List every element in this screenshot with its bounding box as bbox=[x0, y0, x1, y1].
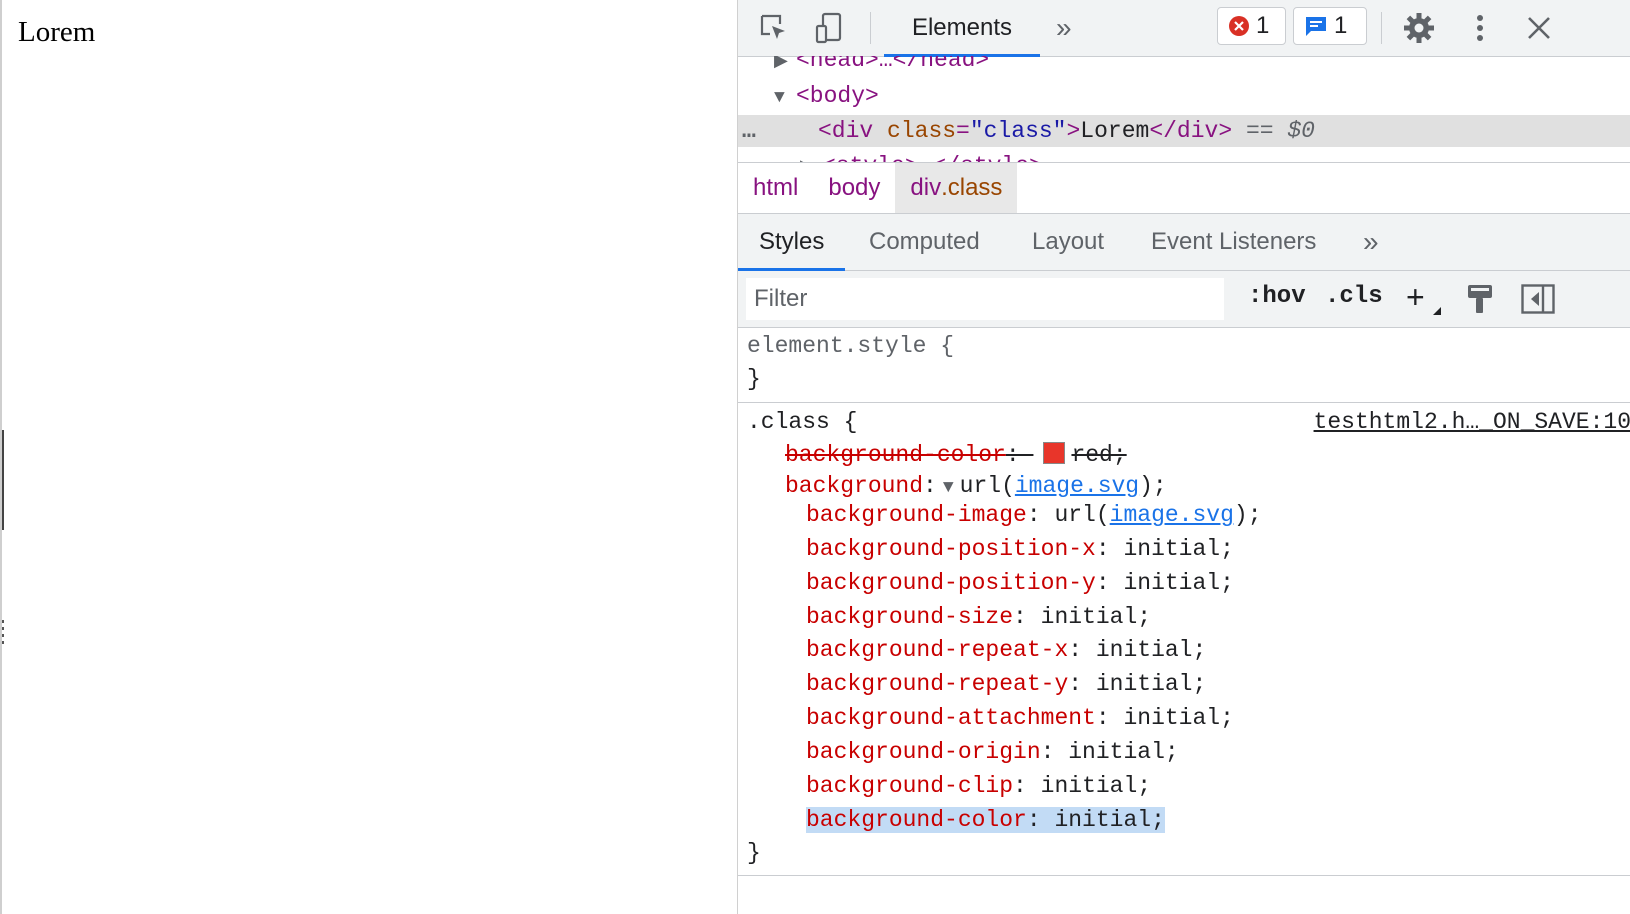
cls-toggle-button[interactable]: .cls bbox=[1325, 283, 1383, 310]
color-swatch-red[interactable] bbox=[1043, 442, 1066, 464]
inspected-page: Lorem bbox=[0, 0, 737, 914]
div-open-tag: <div bbox=[818, 118, 874, 144]
viewport-resize-handle[interactable] bbox=[2, 430, 4, 530]
add-rule-menu-icon[interactable] bbox=[1433, 307, 1441, 315]
messages-badge[interactable]: 1 bbox=[1293, 7, 1367, 45]
property-background-position-y[interactable]: background-position-y: initial; bbox=[806, 566, 1630, 600]
more-subtabs-icon[interactable]: » bbox=[1363, 214, 1379, 270]
dom-node-style[interactable]: ▶<style>…</style> bbox=[800, 150, 1630, 162]
breadcrumb-body[interactable]: body bbox=[813, 163, 895, 213]
kebab-menu-icon[interactable] bbox=[1462, 10, 1498, 46]
head-tag: <head>…</head> bbox=[796, 56, 990, 73]
devtools-toolbar: Elements » 1 1 bbox=[738, 0, 1630, 57]
dom-node-body[interactable]: ▼ <body> bbox=[774, 80, 1630, 112]
settings-gear-icon[interactable] bbox=[1401, 10, 1437, 46]
styles-filter-input[interactable] bbox=[746, 278, 1224, 320]
expand-shorthand-icon[interactable]: ▼ bbox=[943, 478, 954, 498]
div-close-tag: </div> bbox=[1149, 118, 1233, 144]
breadcrumb-div-class[interactable]: div .class bbox=[895, 163, 1018, 213]
image-svg-link[interactable]: image.svg bbox=[1110, 502, 1234, 528]
rule-divider bbox=[738, 402, 1630, 403]
property-background-color-highlighted[interactable]: background-color: initial; bbox=[806, 803, 1630, 837]
breadcrumb-html[interactable]: html bbox=[738, 163, 813, 213]
image-svg-link[interactable]: image.svg bbox=[1015, 473, 1139, 499]
devtools-panel: Elements » 1 1 ▶ <head>…</head> ▼ <body> … bbox=[737, 0, 1630, 914]
message-icon bbox=[1306, 17, 1326, 36]
paint-brush-icon[interactable] bbox=[1466, 283, 1496, 320]
toolbar-divider bbox=[870, 12, 871, 44]
body-tag: <body> bbox=[796, 83, 879, 109]
styles-subtabs: Styles Computed Layout Event Listeners » bbox=[738, 214, 1630, 271]
rule-source-link[interactable]: testhtml2.h…_ON_SAVE:10 bbox=[1314, 405, 1630, 439]
style-rules-pane: element.style { } .class { testhtml2.h…_… bbox=[738, 328, 1630, 914]
tab-elements[interactable]: Elements bbox=[884, 0, 1040, 57]
dom-node-div-selected[interactable]: … <div class="class">Lorem</div> == $0 bbox=[738, 115, 1630, 147]
errors-badge[interactable]: 1 bbox=[1217, 7, 1286, 45]
close-icon[interactable] bbox=[1521, 10, 1557, 46]
tab-layout[interactable]: Layout bbox=[1032, 214, 1104, 270]
error-icon bbox=[1229, 16, 1249, 36]
inspect-element-icon[interactable] bbox=[756, 10, 792, 46]
breadcrumb-div-tag: div bbox=[910, 174, 942, 201]
property-background-image[interactable]: background-image: url(image.svg); bbox=[806, 498, 1630, 532]
style-tag: <style>…</style> bbox=[822, 153, 1043, 162]
div-text: Lorem bbox=[1080, 118, 1150, 144]
styles-filter-bar: :hov .cls + bbox=[738, 271, 1630, 328]
new-style-rule-button[interactable]: + bbox=[1406, 279, 1425, 316]
property-background-size[interactable]: background-size: initial; bbox=[806, 600, 1630, 634]
dom-tree: ▶ <head>…</head> ▼ <body> … <div class="cl… bbox=[738, 56, 1630, 163]
property-background-position-x[interactable]: background-position-x: initial; bbox=[806, 532, 1630, 566]
messages-count: 1 bbox=[1334, 12, 1348, 39]
dom-node-head[interactable]: ▶ <head>…</head> bbox=[774, 56, 1630, 76]
tab-event-listeners[interactable]: Event Listeners bbox=[1151, 214, 1316, 270]
property-background-color-overridden[interactable]: background-color: red; bbox=[785, 438, 1630, 472]
property-background-origin[interactable]: background-origin: initial; bbox=[806, 735, 1630, 769]
property-background-attachment[interactable]: background-attachment: initial; bbox=[806, 701, 1630, 735]
toggle-sidebar-icon[interactable] bbox=[1521, 284, 1555, 319]
hov-toggle-button[interactable]: :hov bbox=[1248, 283, 1306, 310]
property-background-repeat-x[interactable]: background-repeat-x: initial; bbox=[806, 633, 1630, 667]
breadcrumb-div-class-name: .class bbox=[941, 174, 1003, 201]
class-rule-close: } bbox=[747, 840, 761, 866]
div-attr-name: class bbox=[887, 118, 957, 144]
rule-divider bbox=[738, 875, 1630, 876]
tab-styles[interactable]: Styles bbox=[738, 214, 846, 271]
tab-computed[interactable]: Computed bbox=[869, 214, 980, 270]
breadcrumb: html body div .class bbox=[738, 163, 1630, 214]
element-style-selector[interactable]: element.style { bbox=[747, 329, 1630, 363]
toolbar-divider bbox=[1381, 12, 1382, 44]
node-actions-dots[interactable]: … bbox=[742, 115, 756, 147]
element-style-close: } bbox=[747, 366, 761, 392]
property-background-clip[interactable]: background-clip: initial; bbox=[806, 769, 1630, 803]
split-drag-handle[interactable] bbox=[2, 620, 5, 646]
property-background-repeat-y[interactable]: background-repeat-y: initial; bbox=[806, 667, 1630, 701]
selected-marker: == $0 bbox=[1245, 118, 1315, 144]
more-tabs-icon[interactable]: » bbox=[1056, 12, 1072, 44]
page-lorem-text: Lorem bbox=[18, 16, 96, 48]
device-toolbar-icon[interactable] bbox=[811, 10, 847, 46]
div-attr-value: "class" bbox=[969, 118, 1067, 144]
errors-count: 1 bbox=[1256, 12, 1270, 39]
